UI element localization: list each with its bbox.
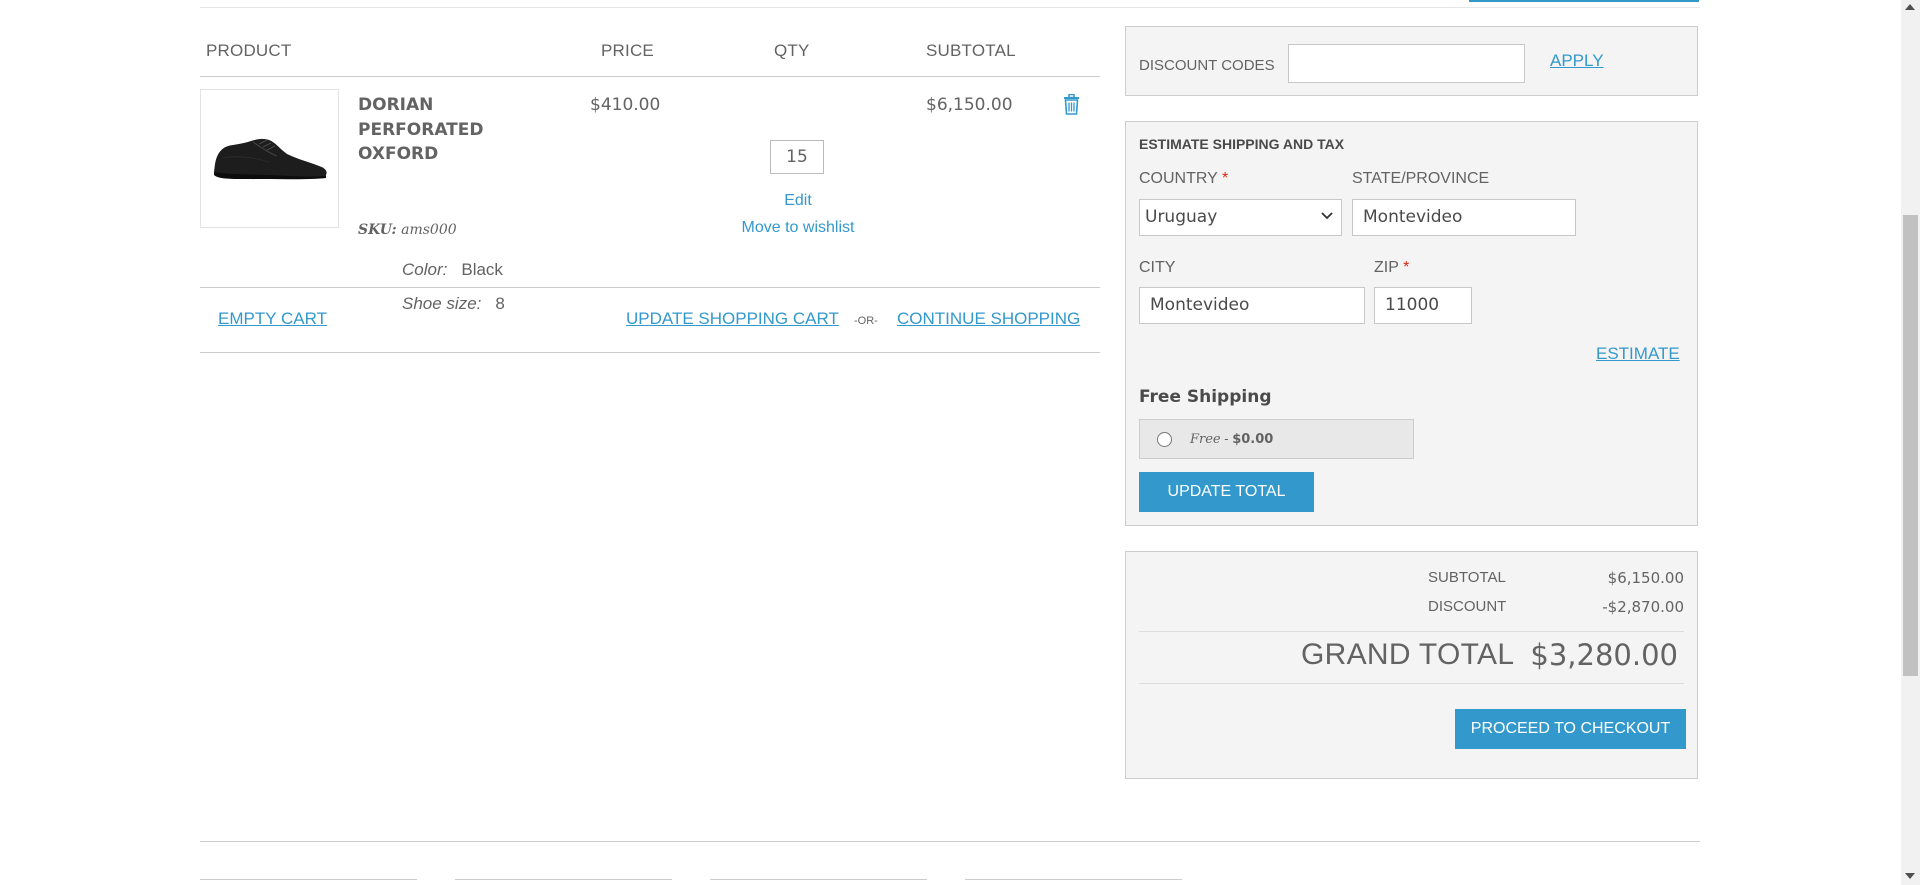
- update-cart-link[interactable]: UPDATE SHOPPING CART: [626, 309, 839, 329]
- subtotal-value: $6,150.00: [1607, 569, 1684, 587]
- state-label: STATE/PROVINCE: [1352, 170, 1490, 187]
- empty-cart-link[interactable]: EMPTY CART: [218, 309, 327, 329]
- shipping-method-title: Free Shipping: [1139, 387, 1272, 407]
- required-mark: *: [1403, 259, 1410, 276]
- shipping-title: ESTIMATE SHIPPING AND TAX: [1139, 136, 1345, 152]
- scroll-down-arrow-icon[interactable]: [1905, 873, 1915, 879]
- city-label: CITY: [1139, 259, 1176, 276]
- option-color: Color: Black: [402, 260, 503, 280]
- or-separator: -OR-: [854, 315, 878, 327]
- country-label: COUNTRY *: [1139, 170, 1228, 188]
- estimate-link[interactable]: ESTIMATE: [1596, 344, 1680, 364]
- sku-label: SKU:: [358, 222, 397, 238]
- grand-total-value: $3,280.00: [1530, 638, 1678, 672]
- subtotal-label: SUBTOTAL: [1428, 569, 1506, 586]
- discount-code-input[interactable]: [1288, 44, 1525, 83]
- item-price: $410.00: [590, 95, 661, 115]
- footer-column-rule: [200, 879, 417, 880]
- zip-label-text: ZIP: [1374, 259, 1399, 276]
- trash-icon[interactable]: [1063, 93, 1080, 120]
- top-button-edge[interactable]: [1469, 0, 1699, 2]
- city-input[interactable]: Montevideo: [1139, 287, 1365, 324]
- radio-button[interactable]: [1157, 432, 1172, 447]
- scrollbar-thumb[interactable]: [1903, 215, 1918, 676]
- continue-shopping-link[interactable]: CONTINUE SHOPPING: [897, 309, 1080, 329]
- update-total-button[interactable]: UPDATE TOTAL: [1139, 472, 1314, 512]
- cart-header-row: PRODUCT PRICE QTY SUBTOTAL: [200, 26, 1100, 77]
- footer-divider: [200, 841, 1700, 842]
- zip-label: ZIP *: [1374, 259, 1409, 277]
- cart-item-row: DORIAN PERFORATED OXFORD SKU: ams000 Col…: [200, 77, 1100, 313]
- cart-actions: EMPTY CART UPDATE SHOPPING CART -OR- CON…: [200, 288, 1100, 353]
- totals-panel: SUBTOTAL $6,150.00 DISCOUNT -$2,870.00 G…: [1125, 551, 1698, 779]
- shoe-image: [214, 138, 327, 180]
- option-name: Free: [1190, 432, 1221, 447]
- header-price: PRICE: [601, 41, 654, 60]
- scroll-up-arrow-icon[interactable]: [1905, 4, 1915, 10]
- product-name[interactable]: DORIAN PERFORATED OXFORD: [358, 93, 518, 167]
- grand-total-label: GRAND TOTAL: [1301, 638, 1515, 671]
- header-product: PRODUCT: [206, 41, 292, 60]
- shipping-option[interactable]: Free - $0.00: [1139, 419, 1414, 459]
- qty-input[interactable]: [770, 140, 824, 174]
- option-separator: -: [1220, 431, 1233, 446]
- footer-column-rule: [455, 879, 672, 880]
- item-subtotal: $6,150.00: [926, 95, 1013, 115]
- move-to-wishlist-link[interactable]: Move to wishlist: [730, 219, 866, 237]
- sku-value: ams000: [401, 222, 457, 238]
- footer-column-rule: [710, 879, 927, 880]
- option-price: $0.00: [1232, 432, 1274, 447]
- option-value: Black: [461, 260, 503, 279]
- country-select[interactable]: Uruguay: [1139, 199, 1342, 236]
- proceed-to-checkout-button[interactable]: PROCEED TO CHECKOUT: [1455, 709, 1686, 749]
- required-mark: *: [1221, 170, 1229, 187]
- header-qty: QTY: [774, 41, 810, 60]
- shipping-option-label: Free - $0.00: [1190, 431, 1273, 447]
- apply-link[interactable]: APPLY: [1550, 51, 1604, 71]
- chevron-down-icon: [1321, 212, 1333, 220]
- top-divider: [200, 7, 1700, 8]
- product-image[interactable]: [200, 89, 339, 228]
- product-sku: SKU: ams000: [358, 222, 457, 238]
- header-subtotal: SUBTOTAL: [926, 41, 1016, 60]
- discount-panel: DISCOUNT CODES APPLY: [1125, 26, 1698, 96]
- footer-column-rule: [965, 879, 1182, 880]
- country-value: Uruguay: [1145, 207, 1218, 227]
- totals-divider: [1139, 683, 1684, 684]
- discount-label: DISCOUNT CODES: [1139, 57, 1275, 74]
- totals-divider: [1139, 631, 1684, 632]
- country-label-text: COUNTRY: [1139, 170, 1218, 187]
- option-label: Color:: [402, 260, 448, 279]
- discount-total-label: DISCOUNT: [1428, 598, 1507, 615]
- zip-input[interactable]: 11000: [1374, 287, 1472, 324]
- edit-link[interactable]: Edit: [770, 192, 826, 210]
- shipping-panel: ESTIMATE SHIPPING AND TAX COUNTRY * Urug…: [1125, 121, 1698, 526]
- cart-table: PRODUCT PRICE QTY SUBTOTAL DORIAN PERFOR…: [200, 26, 1100, 353]
- discount-total-value: -$2,870.00: [1602, 598, 1684, 616]
- state-input[interactable]: Montevideo: [1352, 199, 1576, 236]
